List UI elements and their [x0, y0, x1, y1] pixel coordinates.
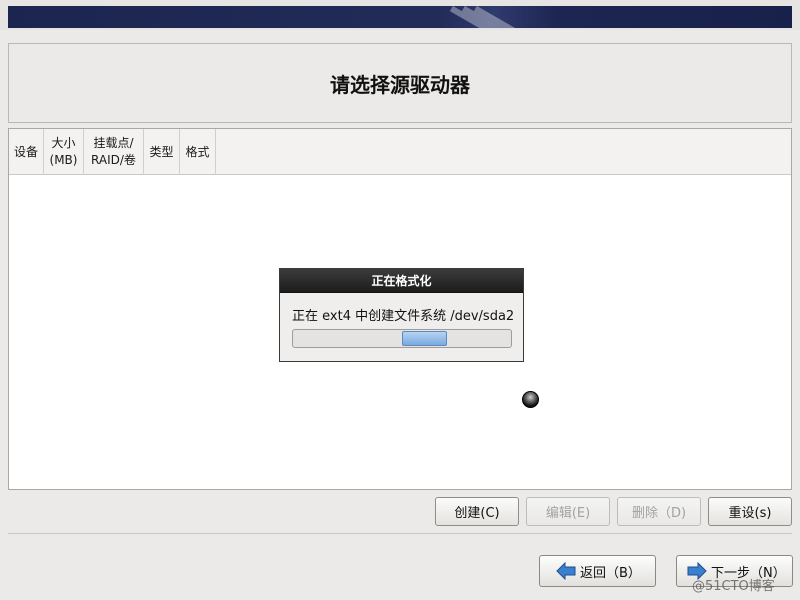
- column-header-device[interactable]: 设备: [9, 129, 44, 175]
- column-header-format[interactable]: 格式: [180, 129, 216, 175]
- column-header-size-label: 大小 (MB): [49, 136, 78, 167]
- progress-pulse: [402, 331, 447, 346]
- watermark: @51CTO博客: [692, 579, 775, 594]
- separator: [8, 533, 792, 534]
- formatting-dialog: 正在格式化 正在 ext4 中创建文件系统 /dev/sda2: [279, 268, 524, 362]
- delete-button[interactable]: 删除（D): [617, 497, 701, 526]
- dialog-title: 正在格式化: [280, 269, 523, 293]
- dialog-message: 正在 ext4 中创建文件系统 /dev/sda2: [292, 309, 515, 324]
- create-button[interactable]: 创建(C): [435, 497, 519, 526]
- reset-button[interactable]: 重设(s): [708, 497, 792, 526]
- progress-bar: [292, 329, 512, 348]
- top-banner: [0, 0, 800, 30]
- column-header-type[interactable]: 类型: [144, 129, 180, 175]
- back-button-label: 返回（B）: [580, 565, 641, 581]
- page-title: 请选择源驱动器: [330, 72, 470, 97]
- column-header-mount-label: 挂载点/ RAID/卷: [91, 136, 136, 167]
- column-header-size[interactable]: 大小 (MB): [44, 129, 84, 175]
- column-header-mount[interactable]: 挂载点/ RAID/卷: [84, 129, 144, 175]
- edit-button[interactable]: 编辑(E): [526, 497, 610, 526]
- title-box: 请选择源驱动器: [8, 43, 792, 123]
- installer-banner: [8, 6, 792, 28]
- arrow-left-icon: [556, 561, 576, 581]
- back-button[interactable]: 返回（B）: [539, 555, 656, 587]
- table-header: 设备 大小 (MB) 挂载点/ RAID/卷 类型 格式: [9, 129, 791, 175]
- busy-cursor-icon: [522, 391, 539, 408]
